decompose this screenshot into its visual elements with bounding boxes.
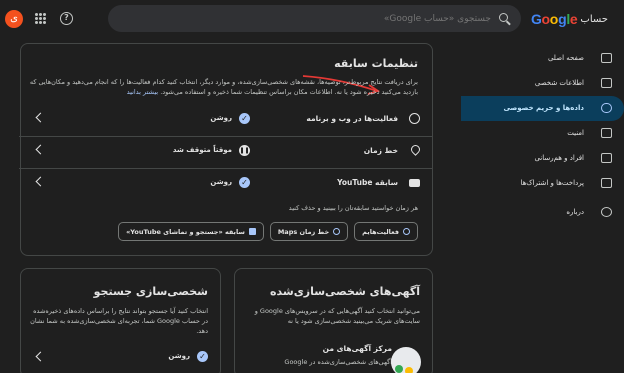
search-bar: [108, 5, 521, 32]
sidebar-item-people-sharing[interactable]: افراد و هم‌رسانی: [461, 146, 624, 171]
toggle-icon: [601, 103, 612, 113]
row-label: سابقه YouTube: [337, 178, 398, 187]
chip-label: سابقه «جستجو و تماشای YouTube»: [126, 227, 245, 236]
sidebar-item-personal-info[interactable]: اطلاعات شخصی: [461, 71, 624, 96]
pause-icon: ❚❚: [239, 145, 250, 156]
chevron-left-icon: [35, 112, 46, 123]
row-status: موقتاً متوقف شد: [172, 146, 232, 154]
ads-title: آگهی‌های شخصی‌سازی‌شده: [270, 285, 420, 298]
sidebar-item-security[interactable]: امنیت: [461, 121, 624, 146]
sidebar-nav: صفحه اصلی اطلاعات شخصی داده‌ها و حریم خص…: [461, 46, 624, 225]
row-label: خط زمان: [363, 146, 398, 155]
row-status: روشن: [210, 178, 232, 186]
search-personalization-description: انتخاب کنید آیا جستجو بتواند نتایج را بر…: [30, 307, 208, 335]
account-avatar[interactable]: ی: [5, 10, 23, 28]
my-ad-center-link[interactable]: مرکز آگهی‌های من: [323, 344, 392, 353]
history-chips: فعالیت‌هایم خط زمان Maps سابقه «جستجو و …: [118, 222, 418, 241]
search-icon[interactable]: [499, 13, 508, 22]
location-pin-icon: [333, 228, 341, 235]
search-input[interactable]: [131, 5, 491, 32]
people-icon: [601, 153, 612, 163]
my-activity-chip[interactable]: فعالیت‌هایم: [354, 222, 418, 241]
ads-description: می‌توانید انتخاب کنید آگهی‌هایی که در سر…: [254, 307, 420, 325]
top-bar: ی ? Google حساب: [0, 0, 624, 38]
check-icon: ✓: [239, 113, 250, 124]
sidebar-item-label: پرداخت‌ها و اشتراک‌ها: [520, 179, 584, 187]
google-logo: Google: [530, 11, 578, 27]
ad-center-illustration: [391, 347, 421, 373]
history-row-web-app-activity[interactable]: فعالیت‌ها در وب و برنامه ✓ روشن: [19, 104, 432, 134]
chevron-left-icon: [35, 144, 46, 155]
divider: [19, 168, 432, 169]
logo-account-label: حساب: [580, 13, 608, 25]
history-icon: [403, 228, 410, 235]
sidebar-item-data-privacy[interactable]: داده‌ها و حریم خصوصی: [461, 96, 624, 121]
row-label: فعالیت‌ها در وب و برنامه: [306, 114, 398, 123]
person-icon: [601, 78, 612, 88]
chip-label: خط زمان Maps: [277, 227, 330, 236]
help-icon[interactable]: ?: [60, 12, 73, 25]
youtube-icon: [248, 228, 256, 235]
search-personalization-title: شخصی‌سازی جستجو: [93, 285, 208, 298]
sidebar-item-about[interactable]: درباره: [461, 200, 624, 225]
history-row-timeline[interactable]: خط زمان ❚❚ موقتاً متوقف شد: [19, 136, 432, 166]
card-icon: [601, 178, 612, 188]
check-icon: ✓: [197, 351, 208, 362]
maps-timeline-chip[interactable]: خط زمان Maps: [269, 222, 349, 241]
ad-center-description: آگهی‌های شخصی‌سازی‌شده در Google: [284, 358, 392, 366]
history-row-youtube[interactable]: سابقه YouTube ✓ روشن: [19, 168, 432, 198]
history-settings-title: تنظیمات سابقه: [334, 57, 418, 70]
info-icon: [601, 207, 612, 217]
sidebar-item-label: درباره: [566, 208, 584, 216]
history-settings-description: برای دریافت نتایج مربوط‌تر، توصیه‌ها، نق…: [29, 78, 418, 96]
sidebar-item-label: اطلاعات شخصی: [534, 79, 584, 87]
sidebar-item-payments[interactable]: پرداخت‌ها و اشتراک‌ها: [461, 171, 624, 196]
sidebar-item-home[interactable]: صفحه اصلی: [461, 46, 624, 71]
sidebar-item-label: امنیت: [567, 129, 584, 137]
chevron-left-icon: [35, 176, 46, 187]
youtube-history-chip[interactable]: سابقه «جستجو و تماشای YouTube»: [118, 222, 264, 241]
home-icon: [601, 53, 612, 63]
google-account-logo[interactable]: Google حساب: [531, 10, 608, 28]
search-personalization-card: شخصی‌سازی جستجو انتخاب کنید آیا جستجو بت…: [20, 268, 221, 373]
youtube-icon: [409, 179, 420, 187]
row-status: روشن: [210, 114, 232, 122]
sidebar-item-label: صفحه اصلی: [547, 54, 584, 62]
lock-icon: [601, 128, 612, 138]
search-personalization-row[interactable]: ✓ روشن: [19, 345, 220, 371]
row-status: روشن: [168, 352, 190, 360]
divider: [19, 136, 432, 137]
personalized-ads-card: آگهی‌های شخصی‌سازی‌شده می‌توانید انتخاب …: [234, 268, 433, 373]
manage-history-text: هر زمان خواستید سابقه‌تان را ببینید و حذ…: [288, 204, 418, 212]
history-icon: [409, 113, 420, 124]
chip-label: فعالیت‌هایم: [362, 227, 399, 236]
google-apps-icon[interactable]: [35, 13, 46, 24]
check-icon: ✓: [239, 177, 250, 188]
sidebar-item-label: افراد و هم‌رسانی: [534, 154, 584, 162]
history-settings-card: تنظیمات سابقه برای دریافت نتایج مربوط‌تر…: [19, 43, 433, 256]
sidebar-item-label: داده‌ها و حریم خصوصی: [503, 104, 584, 112]
chevron-left-icon: [35, 351, 46, 362]
location-pin-icon: [409, 143, 422, 156]
learn-more-link[interactable]: بیشتر بدانید: [127, 88, 158, 96]
